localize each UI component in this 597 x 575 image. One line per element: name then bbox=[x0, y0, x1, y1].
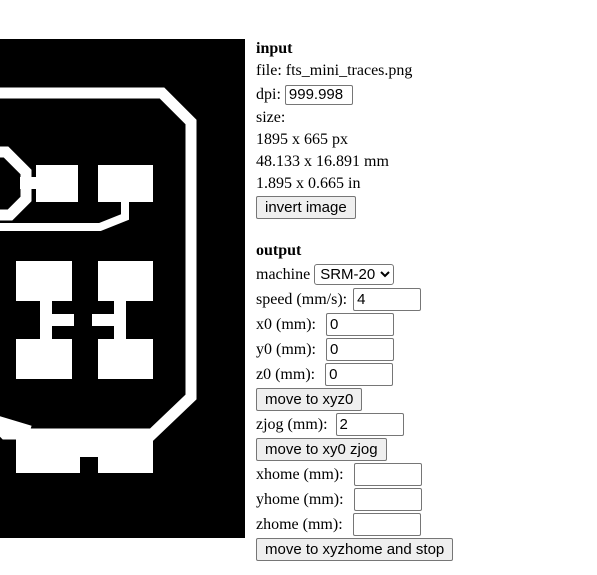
pcb-mid-pad-bottom-right bbox=[98, 339, 153, 379]
dpi-label: dpi: bbox=[256, 85, 281, 103]
speed-input[interactable] bbox=[353, 288, 422, 311]
x0-row: x0 (mm): bbox=[256, 312, 591, 337]
yhome-row: yhome (mm): bbox=[256, 487, 591, 512]
xhome-label: xhome (mm): bbox=[256, 465, 344, 483]
pcb-top-pad-right bbox=[98, 165, 153, 202]
output-heading: output bbox=[256, 242, 302, 259]
pcb-bottom-pad-bridge bbox=[70, 439, 110, 457]
x0-label: x0 (mm): bbox=[256, 315, 316, 333]
zjog-input[interactable] bbox=[335, 413, 404, 436]
pcb-mid-link-left bbox=[40, 297, 52, 343]
y0-input[interactable] bbox=[326, 338, 394, 361]
dpi-row: dpi: bbox=[256, 82, 591, 107]
move-home-stop-row: move to xyzhome and stop bbox=[256, 537, 591, 562]
machine-row: machine SRM-20 bbox=[256, 262, 591, 287]
z0-row: z0 (mm): bbox=[256, 362, 591, 387]
pcb-mid-notch-right bbox=[92, 314, 114, 326]
y0-label: y0 (mm): bbox=[256, 340, 316, 358]
invert-row: invert image bbox=[256, 195, 591, 220]
move-xy0-zjog-row: move to xy0 zjog bbox=[256, 437, 591, 462]
pcb-mid-link-right bbox=[114, 297, 126, 343]
pcb-top-pad-link bbox=[20, 177, 40, 189]
dpi-input[interactable] bbox=[284, 84, 353, 105]
pcb-top-pad-left bbox=[36, 165, 78, 202]
file-name: fts_mini_traces.png bbox=[285, 62, 413, 79]
pcb-traces-image bbox=[0, 39, 245, 538]
zhome-label: zhome (mm): bbox=[256, 515, 343, 533]
zhome-input[interactable] bbox=[352, 513, 421, 536]
yhome-label: yhome (mm): bbox=[256, 490, 344, 508]
file-row: file: fts_mini_traces.png bbox=[256, 60, 591, 82]
pcb-mid-pad-top-right bbox=[98, 261, 153, 301]
move-xyz0-row: move to xyz0 bbox=[256, 387, 591, 412]
z0-label: z0 (mm): bbox=[256, 365, 316, 383]
pcb-image-preview bbox=[0, 39, 245, 538]
machine-label: machine bbox=[256, 265, 311, 283]
zhome-row: zhome (mm): bbox=[256, 512, 591, 537]
pcb-mid-pad-bottom-left bbox=[16, 339, 72, 379]
x0-input[interactable] bbox=[326, 313, 394, 336]
machine-select[interactable]: SRM-20 bbox=[314, 264, 395, 285]
y0-row: y0 (mm): bbox=[256, 337, 591, 362]
xhome-row: xhome (mm): bbox=[256, 462, 591, 487]
xhome-input[interactable] bbox=[353, 463, 422, 486]
move-to-xy0-zjog-button[interactable]: move to xy0 zjog bbox=[256, 438, 387, 461]
control-panel: input file: fts_mini_traces.png dpi: siz… bbox=[256, 38, 591, 562]
size-in-value: 1.895 x 0.665 in bbox=[256, 175, 361, 192]
pcb-mid-pad-top-left bbox=[16, 261, 72, 301]
size-mm-value: 48.133 x 16.891 mm bbox=[256, 153, 389, 170]
speed-row: speed (mm/s): bbox=[256, 287, 591, 312]
yhome-input[interactable] bbox=[353, 488, 422, 511]
file-label: file: bbox=[256, 62, 282, 79]
move-to-xyz0-button[interactable]: move to xyz0 bbox=[256, 388, 363, 411]
invert-image-button[interactable]: invert image bbox=[256, 196, 356, 219]
zjog-label: zjog (mm): bbox=[256, 415, 328, 433]
speed-label: speed (mm/s): bbox=[256, 290, 348, 308]
move-to-xyzhome-and-stop-button[interactable]: move to xyzhome and stop bbox=[256, 538, 454, 561]
pcb-mid-notch-left bbox=[52, 314, 74, 326]
size-px-value: 1895 x 665 px bbox=[256, 131, 348, 148]
z0-input[interactable] bbox=[325, 363, 394, 386]
input-heading: input bbox=[256, 40, 293, 57]
size-label: size: bbox=[256, 109, 286, 126]
zjog-row: zjog (mm): bbox=[256, 412, 591, 437]
